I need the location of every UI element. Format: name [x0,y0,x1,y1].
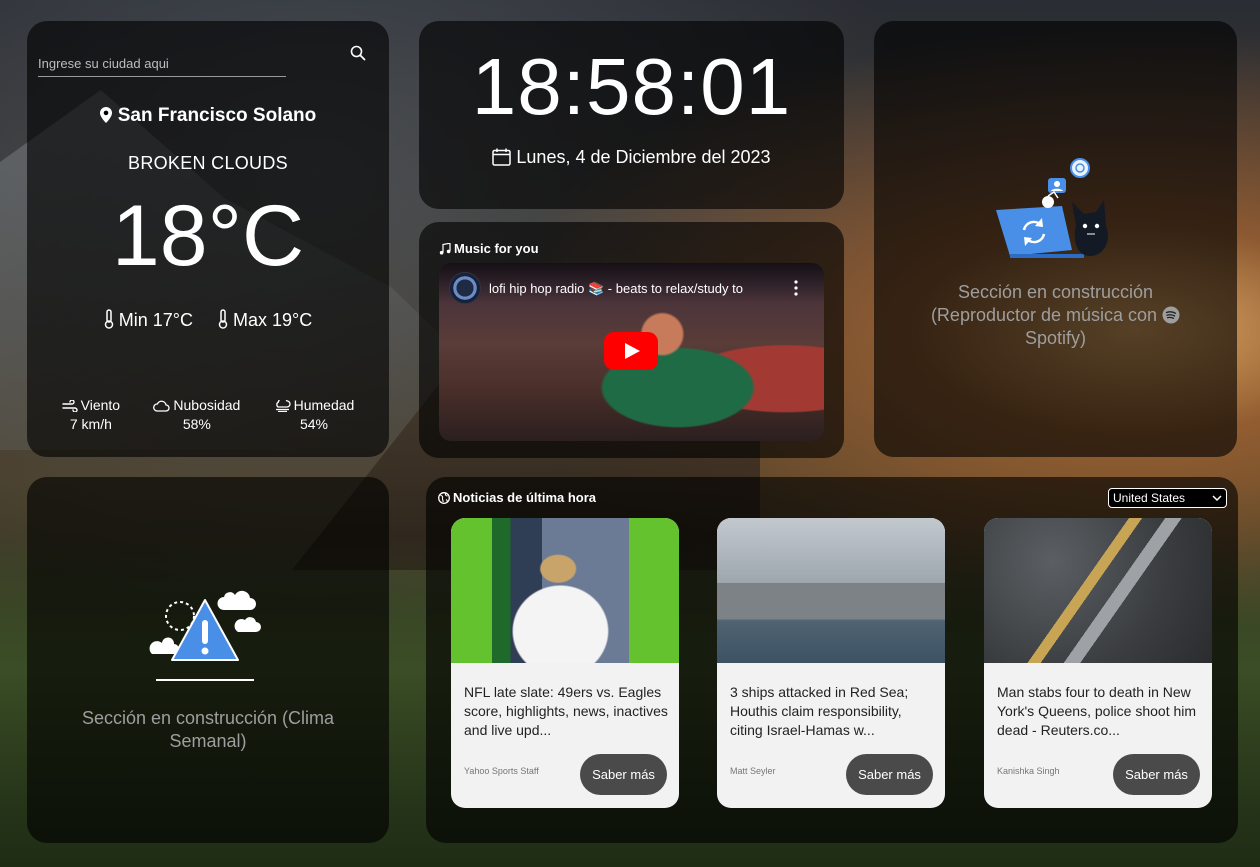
weekly-construction-text: Sección en construcción (Clima Semanal) [81,708,335,751]
weather-stats: Viento 7 km/h Nubosidad 58% Humedad 54% [27,396,389,434]
stat-cloudiness: Nubosidad 58% [153,396,240,434]
youtube-video-player[interactable]: lofi hip hop radio 📚 - beats to relax/st… [439,263,824,441]
news-article-author: Yahoo Sports Staff [464,766,539,776]
spotify-placeholder-card: Sección en construcción (Reproductor de … [874,21,1237,457]
stat-cloudiness-value: 58% [182,416,211,432]
news-card: Noticias de última hora United States NF… [426,477,1238,843]
country-select[interactable]: United States [1108,488,1227,508]
clock-card: 18:58:01 Lunes, 4 de Diciembre del 2023 [419,21,844,209]
news-article-card[interactable]: 3 ships attacked in Red Sea; Houthis cla… [717,518,945,808]
spotify-construction-label-end: Spotify) [1024,328,1087,348]
min-temperature-label: Min 17°C [118,310,193,330]
stat-wind: Viento 7 km/h [61,396,121,434]
music-note-icon [439,242,451,255]
current-temperature: 18°C [111,188,305,284]
news-article-image[interactable] [451,518,679,663]
city-search-field[interactable] [38,51,286,77]
min-max-temperature: Min 17°C Max 19°C [27,309,389,331]
cloud-icon [153,400,170,412]
weather-card: San Francisco Solano BROKEN CLOUDS 18°C … [27,21,389,457]
news-card-title-label: Noticias de última hora [453,490,597,505]
thermometer-icon [104,309,113,329]
construction-illustration-icon [996,158,1109,258]
calendar-icon [492,148,512,166]
max-temperature: Max 19°C [218,309,312,331]
stat-humidity: Humedad 54% [274,396,355,434]
news-article-author: Matt Seyler [730,766,776,776]
news-article-image[interactable] [984,518,1212,663]
video-title[interactable]: lofi hip hop radio 📚 - beats to relax/st… [489,281,743,297]
music-card-title-label: Music for you [454,241,539,256]
clock-date-label: Lunes, 4 de Diciembre del 2023 [516,147,771,167]
clock-date: Lunes, 4 de Diciembre del 2023 [419,147,844,168]
stat-cloudiness-label: Nubosidad [173,397,241,413]
more-options-icon[interactable] [791,279,801,297]
min-temperature: Min 17°C [104,309,193,331]
spotify-construction-label: Sección en construcción (Reproductor de … [930,282,1158,325]
channel-avatar[interactable] [449,272,481,304]
news-article-text: NFL late slate: 49ers vs. Eagles score, … [464,684,668,738]
humidity-icon [275,397,291,413]
country-select-value: United States [1113,491,1186,505]
read-more-button[interactable]: Saber más [1113,754,1200,795]
warning-clouds-illustration-icon [149,590,261,681]
stat-humidity-value: 54% [299,416,328,432]
search-button[interactable] [350,45,372,67]
chevron-down-icon [1212,495,1222,501]
stat-humidity-label: Humedad [293,397,355,413]
news-article-image[interactable] [717,518,945,663]
location-pin-icon [99,107,112,123]
spotify-icon [1162,306,1180,324]
news-article-text: Man stabs four to death in New York's Qu… [997,684,1197,738]
stat-wind-value: 7 km/h [69,416,112,432]
news-article-text: 3 ships attacked in Red Sea; Houthis cla… [730,684,909,738]
clock-time: 18:58:01 [471,42,792,131]
stat-wind-label: Viento [80,397,121,413]
music-card: Music for you lofi hip hop radio 📚 - bea… [419,222,844,458]
max-temperature-label: Max 19°C [233,310,313,330]
city-name: San Francisco Solano [27,105,389,127]
spotify-construction-text: Sección en construcción (Reproductor de … [904,281,1207,350]
thermometer-icon [218,309,228,329]
search-icon [350,45,366,61]
news-article-card[interactable]: NFL late slate: 49ers vs. Eagles score, … [451,518,679,808]
news-article-author: Kanishka Singh [997,766,1060,776]
news-article-card[interactable]: Man stabs four to death in New York's Qu… [984,518,1212,808]
globe-icon [438,492,450,504]
city-search-input[interactable] [38,51,286,76]
music-card-title: Music for you [439,241,539,256]
youtube-play-icon[interactable] [604,332,658,370]
wind-icon [61,399,78,413]
read-more-button[interactable]: Saber más [580,754,667,795]
weather-condition: BROKEN CLOUDS [128,153,288,173]
weekly-weather-placeholder-card: Sección en construcción (Clima Semanal) [27,477,389,843]
news-card-title: Noticias de última hora [438,490,596,505]
city-label: San Francisco Solano [117,105,317,126]
read-more-button[interactable]: Saber más [846,754,933,795]
